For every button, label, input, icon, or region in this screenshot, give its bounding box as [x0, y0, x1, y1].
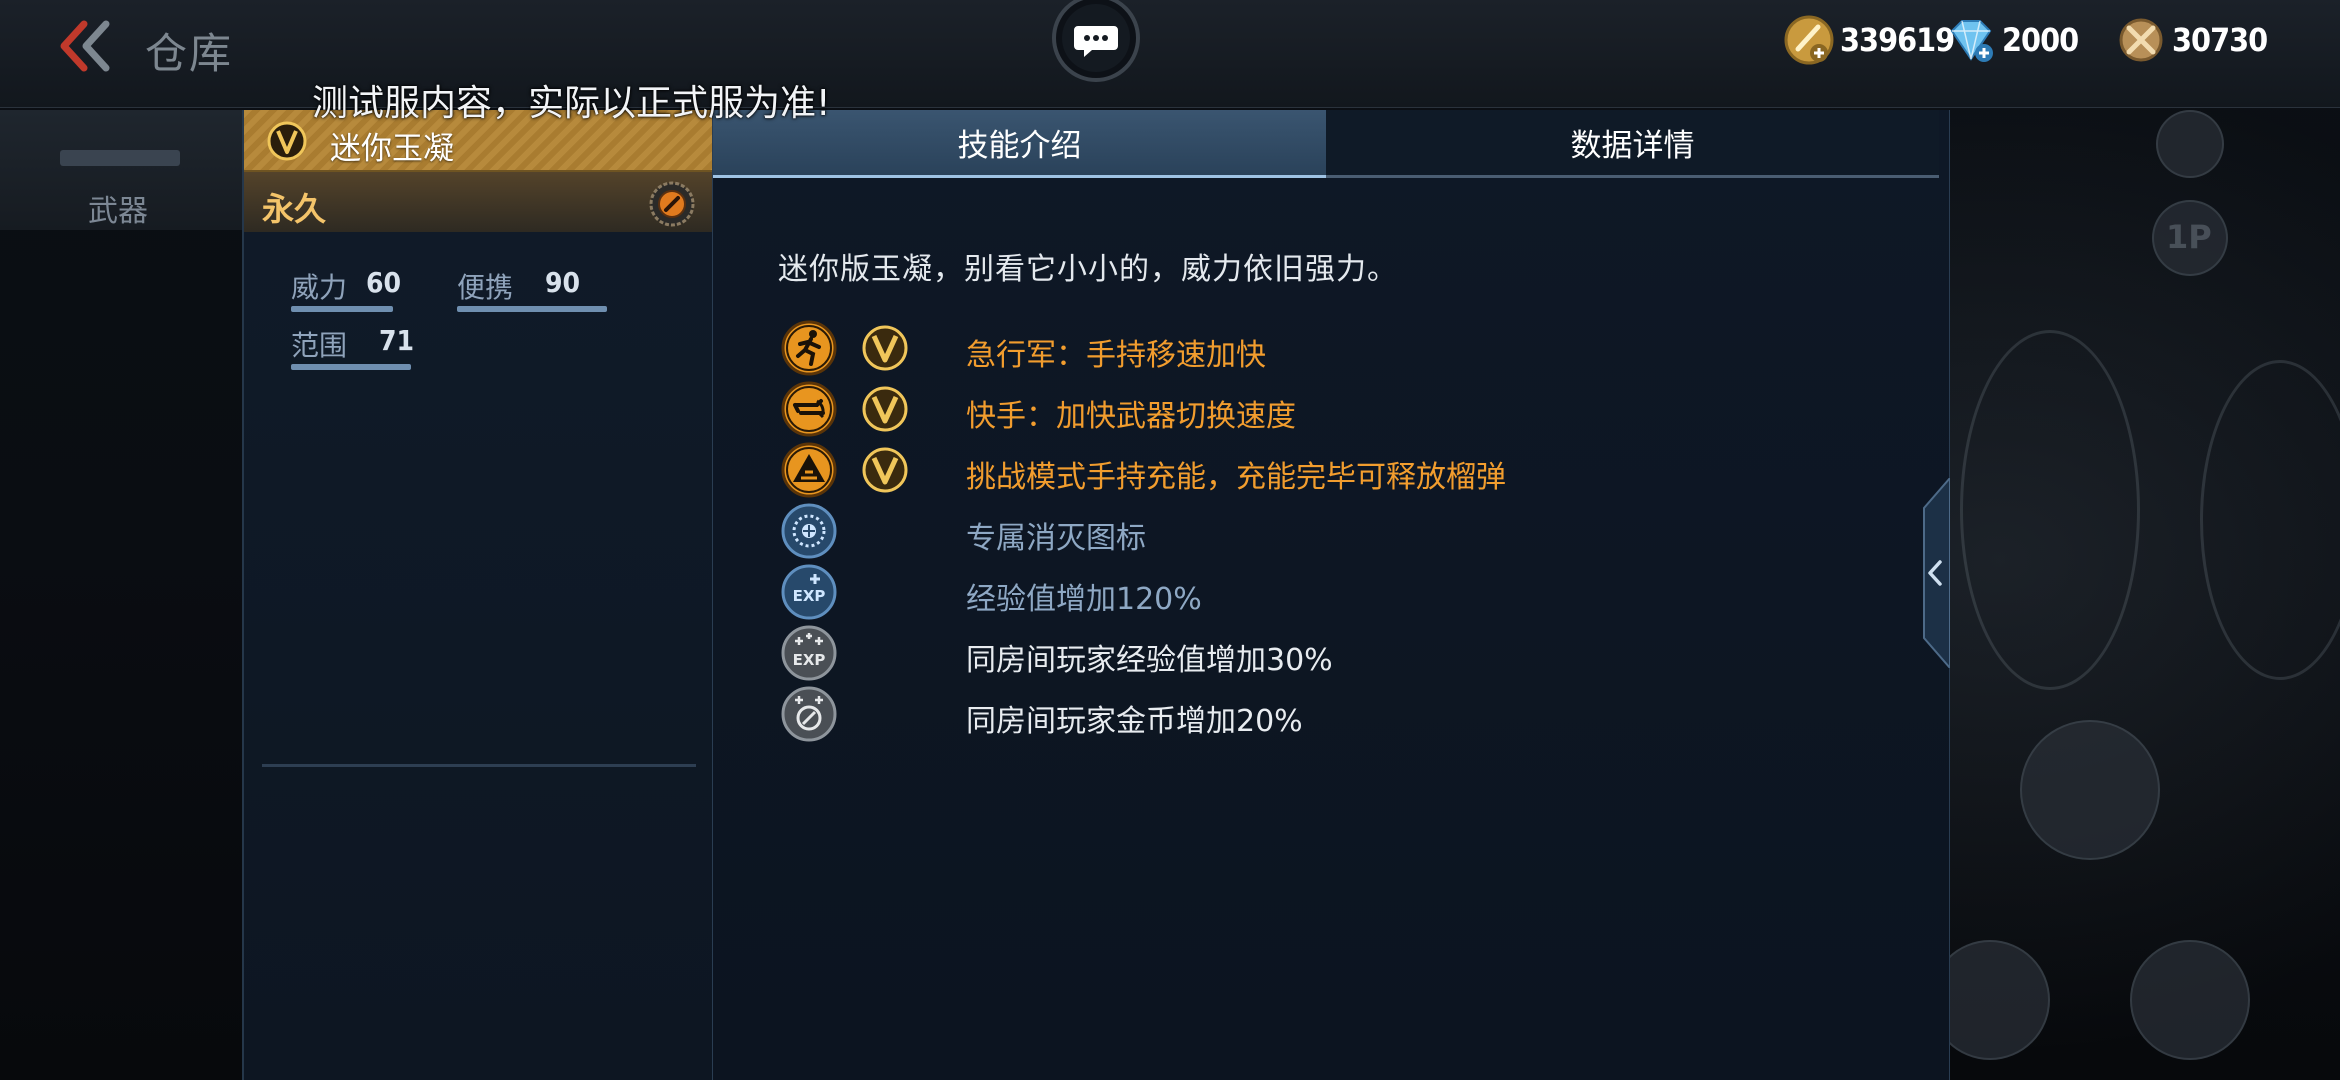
double-chevron-left-icon: [60, 20, 110, 72]
skill-text: 同房间玩家金币增加20%: [966, 704, 1303, 739]
stat-bar: [291, 306, 393, 312]
divider: [262, 764, 696, 767]
stat-bar: [457, 306, 607, 312]
settings-round-icon[interactable]: [2156, 110, 2224, 178]
detail-panel: 技能介绍 数据详情 迷你版玉凝，别看它小小的，威力依旧强力。 急行军：手持移速加…: [712, 110, 1950, 1080]
v-badge-icon: [862, 386, 908, 432]
stat-power: 威力 60: [291, 266, 401, 312]
diamond-currency[interactable]: 2000: [1944, 14, 2079, 66]
skill-text: 经验值增加120%: [966, 582, 1202, 617]
skill-text: 急行军：手持移速加快: [966, 338, 1266, 373]
honor-amount: 30730: [2172, 21, 2268, 59]
collapse-panel-handle[interactable]: [1918, 475, 1951, 671]
exp-plus-icon: EXP: [781, 564, 837, 620]
item-duration: 永久: [262, 190, 327, 228]
v-badge-icon: [862, 325, 908, 371]
skill-text: 挑战模式手持充能，充能完毕可释放榴弹: [966, 460, 1506, 495]
skill-row: 快手：加快武器切换速度: [781, 381, 1681, 437]
svg-text:EXP: EXP: [793, 651, 826, 669]
room-exp-icon: EXP: [781, 625, 837, 681]
room-gold-icon: [781, 686, 837, 742]
skill-row: 挑战模式手持充能，充能完毕可释放榴弹: [781, 442, 1681, 498]
page-title: 仓库: [145, 29, 234, 78]
chat-button[interactable]: [1050, 0, 1142, 82]
v-badge-icon: [862, 447, 908, 493]
item-duration-bar: 永久: [244, 172, 714, 232]
stat-value: 60: [366, 266, 402, 299]
tab-data-details[interactable]: 数据详情: [1326, 110, 1939, 178]
skill-text: 专属消灭图标: [966, 521, 1146, 556]
skill-text: 同房间玩家经验值增加30%: [966, 643, 1333, 678]
diamond-icon: [1950, 20, 1993, 62]
chat-bubble-icon: [1052, 0, 1140, 82]
detail-tabs: 技能介绍 数据详情: [713, 110, 1939, 178]
skill-row: 专属消灭图标: [781, 503, 1681, 559]
rifle-icon: [60, 150, 180, 166]
stat-label: 便携: [457, 271, 514, 304]
honor-currency[interactable]: 30730: [2114, 14, 2268, 66]
gold-amount: 339619: [1840, 21, 1955, 59]
skill-row: EXP 经验值增加120%: [781, 564, 1681, 620]
skill-row: 同房间玩家金币增加20%: [781, 686, 1681, 742]
v-badge-icon: [267, 121, 307, 161]
item-description: 迷你版玉凝，别看它小小的，威力依旧强力。: [778, 252, 1398, 287]
back-button[interactable]: [56, 18, 116, 74]
test-server-notice: 测试服内容，实际以正式服为准!: [312, 83, 831, 124]
weapon-swap-icon: [781, 381, 837, 437]
item-info-panel: 迷你玉凝 永久 威力 60 便携 90 范围 71: [242, 110, 714, 1080]
svg-text:EXP: EXP: [793, 587, 826, 605]
stat-label: 范围: [291, 329, 348, 362]
warning-triangle-icon: [781, 442, 837, 498]
bullet-round-icon[interactable]: [2020, 720, 2160, 860]
stat-bar: [291, 364, 411, 370]
skill-row: 急行军：手持移速加快: [781, 320, 1681, 376]
background-target-ring: [1960, 330, 2140, 690]
running-man-icon: [781, 320, 837, 376]
stat-range: 范围 71: [291, 324, 415, 370]
weapon-category-label: 武器: [88, 194, 148, 229]
skill-row: EXP 同房间玩家经验值增加30%: [781, 625, 1681, 681]
stat-value: 90: [545, 266, 581, 299]
honor-medal-icon: [2119, 18, 2163, 62]
grenade-badge-icon[interactable]: [648, 180, 696, 228]
stat-value: 71: [379, 324, 415, 357]
player-1p-label: 1P: [2166, 218, 2212, 256]
view-weapon-round-icon[interactable]: [2130, 940, 2250, 1060]
gold-coin-icon: [1784, 15, 1834, 65]
chevron-left-icon: [1923, 475, 1951, 671]
diamond-amount: 2000: [2002, 21, 2079, 59]
item-name: 迷你玉凝: [330, 131, 454, 167]
kill-mark-icon: [781, 503, 837, 559]
stat-label: 威力: [291, 271, 348, 304]
stat-portability: 便携 90: [457, 266, 609, 312]
gold-currency[interactable]: 339619: [1782, 14, 1955, 66]
skill-text: 快手：加快武器切换速度: [966, 399, 1296, 434]
